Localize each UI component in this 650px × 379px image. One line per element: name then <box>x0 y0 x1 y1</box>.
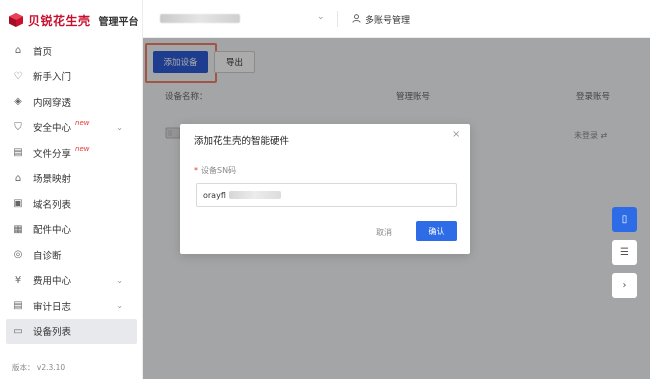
logo-cube-icon <box>9 13 23 27</box>
version-label: 版本： <box>12 363 35 372</box>
sidebar-item-8[interactable]: ◎ 自诊断 <box>0 242 143 268</box>
account-name-blurred[interactable] <box>160 14 240 23</box>
chevron-down-icon[interactable]: ⌄ <box>116 301 123 310</box>
chevron-down-icon[interactable]: ⌄ <box>317 12 325 22</box>
sidebar-item-label: 自诊断 <box>33 250 62 262</box>
bulb-icon: ♡ <box>13 70 23 82</box>
sidebar-item-label: 审计日志 <box>33 301 72 313</box>
version-info: 版本： v2.3.10 <box>12 362 65 373</box>
list-icon: ☰ <box>620 247 629 258</box>
sidebar: 贝锐花生壳 管理平台 ⌂ 首页 ♡ 新手入门 ◈ 内网穿透 ⛉ 安全中心 new ⌄ ▤ 文件分享 ne… <box>0 0 143 379</box>
sidebar-item-label: 配件中心 <box>33 225 72 237</box>
sidebar-item-10[interactable]: ▤ 审计日志 ⌄ <box>0 293 143 319</box>
sidebar-item-label: 域名列表 <box>33 199 72 211</box>
sidebar-item-5[interactable]: ⌂ 场景映射 <box>0 166 143 192</box>
device-icon: ▭ <box>13 325 23 337</box>
sidebar-item-7[interactable]: ▦ 配件中心 <box>0 217 143 243</box>
scene-icon: ⌂ <box>14 172 22 184</box>
close-icon[interactable]: × <box>452 129 460 140</box>
new-badge: new <box>75 119 90 128</box>
sidebar-item-label: 费用中心 <box>33 276 72 288</box>
list-float-button[interactable]: ☰ <box>612 240 637 265</box>
sn-code-value: orayfl <box>203 190 226 200</box>
sidebar-nav: ⌂ 首页 ♡ 新手入门 ◈ 内网穿透 ⛉ 安全中心 new ⌄ ▤ 文件分享 new ⌂ 场景映射 ▣ 域名列表… <box>0 38 143 344</box>
diagnose-icon: ◎ <box>13 249 23 261</box>
user-icon <box>352 13 361 26</box>
sidebar-item-label: 内网穿透 <box>33 97 72 109</box>
grid-icon: ▦ <box>13 223 23 235</box>
fee-icon: ¥ <box>14 274 22 286</box>
chevron-down-icon[interactable]: ⌄ <box>116 276 123 285</box>
top-header: ⌄ 多账号管理 <box>143 0 650 38</box>
dialog-title: 添加花生壳的智能硬件 <box>194 136 290 147</box>
add-hardware-dialog: 添加花生壳的智能硬件 × * 设备SN码 orayfl 取消 确认 <box>180 124 470 254</box>
brand-name: 贝锐花生壳 <box>28 13 91 28</box>
sidebar-item-9[interactable]: ¥ 费用中心 ⌄ <box>0 268 143 294</box>
sidebar-item-3[interactable]: ⛉ 安全中心 new ⌄ <box>0 115 143 141</box>
cancel-button[interactable]: 取消 <box>376 227 392 238</box>
phone-icon: ▯ <box>621 214 628 225</box>
confirm-button[interactable]: 确认 <box>416 221 457 241</box>
chevron-down-icon[interactable]: ⌄ <box>116 123 123 132</box>
sidebar-item-label: 场景映射 <box>33 174 72 186</box>
required-mark: * <box>194 166 198 175</box>
sn-field-label-text: 设备SN码 <box>201 166 237 175</box>
brand-logo[interactable]: 贝锐花生壳 管理平台 <box>8 10 139 30</box>
sidebar-item-label: 设备列表 <box>33 327 72 339</box>
sn-code-blurred <box>228 191 281 199</box>
sidebar-item-11[interactable]: ▭ 设备列表 <box>6 318 137 344</box>
chevron-right-icon: › <box>622 280 627 291</box>
sidebar-item-0[interactable]: ⌂ 首页 <box>0 38 143 64</box>
home-icon: ⌂ <box>14 45 22 57</box>
sidebar-item-2[interactable]: ◈ 内网穿透 <box>0 89 143 115</box>
sidebar-item-6[interactable]: ▣ 域名列表 <box>0 191 143 217</box>
sn-code-input[interactable]: orayfl <box>196 183 457 207</box>
multi-account-label: 多账号管理 <box>365 16 411 26</box>
brand-subtitle: 管理平台 <box>98 16 139 28</box>
phone-float-button[interactable]: ▯ <box>612 207 637 232</box>
version-value: v2.3.10 <box>36 363 66 372</box>
sidebar-item-1[interactable]: ♡ 新手入门 <box>0 64 143 90</box>
shield-icon: ⛉ <box>14 121 22 133</box>
sidebar-item-label: 新手入门 <box>33 72 72 84</box>
sidebar-item-label: 文件分享 <box>33 148 72 160</box>
folder-icon: ▤ <box>13 147 23 159</box>
multi-account-button[interactable]: 多账号管理 <box>352 13 410 26</box>
next-float-button[interactable]: › <box>612 273 637 298</box>
log-icon: ▤ <box>13 300 23 312</box>
sn-field-label: * 设备SN码 <box>194 165 236 176</box>
domain-icon: ▣ <box>13 198 23 210</box>
sidebar-item-label: 安全中心 <box>33 123 72 135</box>
cube-icon: ◈ <box>14 96 22 108</box>
new-badge: new <box>75 144 90 153</box>
sidebar-item-4[interactable]: ▤ 文件分享 new <box>0 140 143 166</box>
sidebar-item-label: 首页 <box>33 46 53 58</box>
header-divider <box>337 11 338 27</box>
